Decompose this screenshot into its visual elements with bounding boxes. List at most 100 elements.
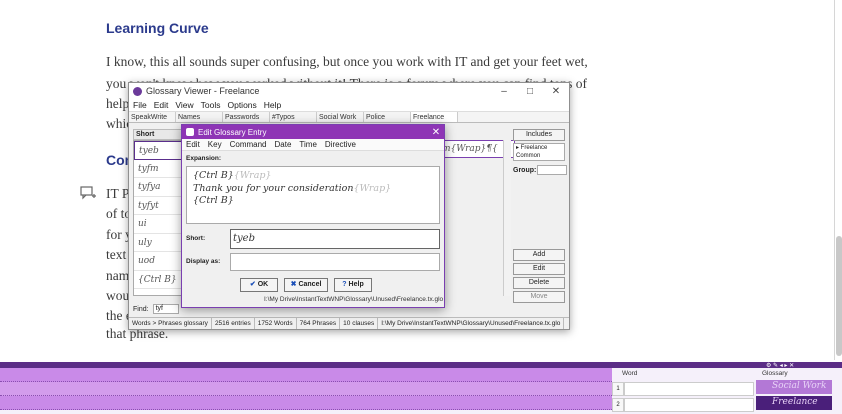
x-icon: ✖	[290, 281, 297, 288]
check-icon: ✔	[249, 281, 256, 288]
dialog-menu-date[interactable]: Date	[275, 140, 292, 149]
status-phrases: 764 Phrases	[297, 318, 341, 329]
tab-passwords[interactable]: Passwords	[223, 112, 270, 122]
group-input[interactable]	[537, 165, 567, 175]
status-bar: Words > Phrases glossary 2516 entries 17…	[129, 317, 569, 329]
suggestion-row	[0, 396, 612, 410]
question-icon: ?	[342, 281, 347, 288]
tab-names[interactable]: Names	[176, 112, 223, 122]
find-label: Find:	[133, 305, 149, 313]
word-cell[interactable]	[624, 382, 754, 396]
includes-button[interactable]: Includes	[513, 129, 565, 141]
window-title: Glossary Viewer - Freelance	[146, 86, 260, 96]
expansion-line: {Ctrl B}	[193, 195, 234, 206]
tab-social-work[interactable]: Social Work	[317, 112, 364, 122]
tab-police[interactable]: Police	[364, 112, 411, 122]
delete-button[interactable]: Delete	[513, 277, 565, 289]
status-entries: 2516 entries	[212, 318, 255, 329]
menu-help[interactable]: Help	[264, 100, 281, 110]
dialog-menu-edit[interactable]: Edit	[186, 140, 200, 149]
expansion-line: Thank you for your consideration{Wrap}	[193, 182, 392, 194]
word-cell[interactable]	[624, 398, 754, 412]
paragraph-line: help	[106, 96, 130, 111]
dialog-close-button[interactable]: ✕	[428, 127, 444, 138]
find-bar: Find: tyf	[133, 303, 179, 315]
paragraph-line: I know, this all sounds super confusing,…	[106, 54, 588, 69]
menu-file[interactable]: File	[133, 100, 147, 110]
includes-list: ▸ Freelance Common	[513, 143, 565, 161]
short-list: tyeb tyfm tyfya tyfyt ui uly uod {Ctrl B…	[133, 140, 185, 296]
list-column-header[interactable]: Short	[133, 129, 185, 140]
move-button[interactable]: Move	[513, 291, 565, 303]
maximize-button[interactable]: □	[517, 86, 543, 97]
action-buttons: Add Edit Delete Move	[513, 249, 565, 305]
dialog-buttons: ✔ OK ✖ Cancel ? Help	[240, 278, 378, 292]
list-item[interactable]: tyfya	[134, 178, 184, 197]
glossary-tabs: SpeakWrite Names Passwords #Typos Social…	[129, 112, 569, 123]
instanttext-bar: ⚙ ✎ ◂ ▸ ✕ Word Glossary 1 2 Social Work …	[0, 362, 842, 414]
edit-button[interactable]: Edit	[513, 263, 565, 275]
display-as-input[interactable]	[230, 253, 440, 271]
includes-item[interactable]: ▸ Freelance	[516, 144, 564, 152]
expansion-textarea[interactable]: {Ctrl B}{Wrap} Thank you for your consid…	[186, 166, 440, 224]
close-button[interactable]: ✕	[543, 86, 569, 97]
tab-typos[interactable]: #Typos	[270, 112, 317, 122]
dialog-menu-command[interactable]: Command	[230, 140, 267, 149]
suggestion-row	[0, 368, 612, 382]
dialog-menu-key[interactable]: Key	[208, 140, 222, 149]
glossary-column-header: Glossary	[762, 370, 788, 377]
list-item[interactable]: {Ctrl B}	[134, 271, 184, 289]
includes-item[interactable]: Common	[516, 152, 564, 160]
paragraph-line: IT P	[106, 186, 130, 201]
list-item[interactable]: ui	[134, 215, 184, 234]
find-input[interactable]: tyf	[152, 304, 179, 314]
add-button[interactable]: Add	[513, 249, 565, 261]
row-number[interactable]: 2	[612, 398, 624, 412]
list-item[interactable]: uod	[134, 252, 184, 271]
help-button[interactable]: ? Help	[334, 278, 372, 292]
menu-view[interactable]: View	[175, 100, 193, 110]
short-label: Short:	[186, 235, 206, 242]
bar-toolbar-icons[interactable]: ⚙ ✎ ◂ ▸ ✕	[766, 362, 794, 369]
list-item[interactable]: tyeb	[134, 141, 184, 160]
menu-edit[interactable]: Edit	[154, 100, 169, 110]
page-scrollbar[interactable]	[836, 236, 842, 356]
suggestion-row	[0, 382, 612, 396]
dialog-path: I:\My Drive\InstantTextWNP\Glossary\Unus…	[264, 296, 444, 303]
menu-tools[interactable]: Tools	[201, 100, 221, 110]
ok-button[interactable]: ✔ OK	[240, 278, 278, 292]
minimize-button[interactable]: –	[491, 86, 517, 97]
group-label: Group:	[513, 167, 537, 174]
dialog-menu-directive[interactable]: Directive	[325, 140, 356, 149]
page-divider	[834, 0, 835, 360]
status-glossary-type: Words > Phrases glossary	[129, 318, 212, 329]
dialog-app-icon	[186, 128, 194, 136]
tab-freelance[interactable]: Freelance	[411, 112, 458, 122]
row-number[interactable]: 1	[612, 382, 624, 396]
dialog-title-bar[interactable]: Edit Glossary Entry ✕	[182, 125, 444, 139]
expansion-label: Expansion:	[186, 155, 222, 162]
app-icon	[133, 86, 142, 96]
glossary-cell[interactable]: Freelance	[756, 396, 832, 410]
status-clauses: 10 clauses	[340, 318, 379, 329]
menu-bar: File Edit View Tools Options Help	[129, 99, 569, 112]
word-column-header: Word	[622, 370, 638, 377]
list-item[interactable]: uly	[134, 234, 184, 252]
list-item[interactable]: tyfm	[134, 160, 184, 178]
tab-speakwrite[interactable]: SpeakWrite	[129, 112, 176, 122]
list-scrollbar[interactable]	[503, 140, 511, 296]
cancel-button[interactable]: ✖ Cancel	[284, 278, 328, 292]
title-bar[interactable]: Glossary Viewer - Freelance – □ ✕	[129, 83, 569, 99]
status-path: I:\My Drive\InstantTextWNP\Glossary\Unus…	[378, 318, 565, 329]
list-item[interactable]: tyfyt	[134, 197, 184, 215]
short-input[interactable]: tyeb	[230, 229, 440, 249]
menu-options[interactable]: Options	[227, 100, 256, 110]
glossary-cell[interactable]: Social Work	[756, 380, 832, 394]
edit-entry-dialog: Edit Glossary Entry ✕ Edit Key Command D…	[181, 124, 445, 308]
expansion-line: {Ctrl B}{Wrap}	[193, 170, 272, 181]
section-heading: Learning Curve	[106, 20, 209, 36]
dialog-menu-time[interactable]: Time	[299, 140, 316, 149]
dialog-title: Edit Glossary Entry	[198, 127, 267, 137]
add-comment-icon[interactable]	[80, 186, 96, 200]
right-panel: Includes ▸ Freelance Common Group: Add E…	[513, 129, 569, 303]
